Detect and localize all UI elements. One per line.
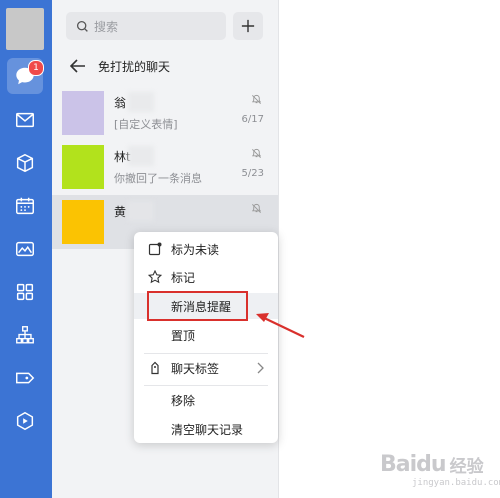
watermark-brand-suffix: du	[416, 452, 446, 477]
star-icon	[148, 270, 162, 284]
gallery-icon[interactable]	[12, 236, 38, 262]
menu-divider	[144, 353, 268, 354]
message-date: 5/23	[241, 168, 264, 179]
menu-item-mark-unread[interactable]: 标为未读	[134, 236, 278, 262]
red-arrow-icon	[256, 313, 305, 338]
watermark: Bai du 经验	[380, 452, 484, 477]
search-input[interactable]: 搜索	[66, 12, 226, 40]
list-title: 免打扰的聊天	[98, 59, 171, 74]
cube-icon[interactable]	[12, 150, 38, 176]
watermark-url: jingyan.baidu.com	[412, 478, 500, 488]
menu-divider	[144, 385, 268, 386]
back-arrow-icon[interactable]	[70, 59, 86, 73]
search-icon	[76, 20, 88, 32]
last-message: [自定义表情]	[114, 118, 178, 131]
avatar	[62, 91, 104, 135]
avatar	[62, 200, 104, 244]
blurred-name	[128, 201, 154, 221]
hexagon-icon[interactable]	[12, 408, 38, 434]
mail-icon[interactable]	[12, 107, 38, 133]
chevron-right-icon	[257, 362, 264, 374]
menu-item-clear-history[interactable]: 清空聊天记录	[134, 416, 278, 442]
blurred-name	[128, 146, 154, 166]
blurred-name	[128, 92, 154, 112]
add-button[interactable]	[233, 12, 263, 40]
contact-name: 黄	[114, 205, 127, 219]
message-date: 6/17	[241, 114, 264, 125]
unread-icon	[148, 242, 162, 256]
user-avatar[interactable]	[6, 8, 44, 50]
avatar	[62, 145, 104, 189]
search-placeholder: 搜索	[94, 19, 119, 34]
tag-icon[interactable]	[12, 365, 38, 391]
tag-icon	[151, 361, 159, 375]
mute-bell-icon	[251, 94, 262, 104]
org-icon[interactable]	[12, 322, 38, 348]
menu-item-label: 标记	[171, 271, 196, 285]
list-header: 免打扰的聊天	[70, 56, 170, 76]
last-message: 你撤回了一条消息	[114, 172, 202, 185]
conversation-item[interactable]: 翁 [自定义表情] 6/17	[52, 86, 278, 140]
menu-item-label: 清空聊天记录	[171, 423, 244, 437]
mute-bell-icon	[251, 203, 262, 213]
menu-item-chat-tags[interactable]: 聊天标签	[134, 355, 278, 381]
unread-badge: 1	[28, 60, 44, 76]
menu-item-remove[interactable]: 移除	[134, 387, 278, 413]
highlight-box	[147, 291, 248, 321]
watermark-cn: 经验	[449, 457, 484, 477]
left-rail: 1	[0, 0, 52, 498]
calendar-icon[interactable]	[12, 193, 38, 219]
plus-icon	[241, 19, 255, 33]
watermark-brand: Bai	[380, 452, 417, 477]
apps-icon[interactable]	[12, 279, 38, 305]
menu-item-label: 置顶	[171, 329, 196, 343]
menu-item-label: 标为未读	[171, 243, 220, 257]
menu-item-label: 聊天标签	[171, 362, 220, 376]
mute-bell-icon	[251, 148, 262, 158]
menu-item-mark[interactable]: 标记	[134, 264, 278, 290]
contact-name: 翁	[114, 96, 127, 110]
conversation-item[interactable]: 林t 你撤回了一条消息 5/23	[52, 140, 278, 194]
menu-item-label: 移除	[171, 394, 196, 408]
